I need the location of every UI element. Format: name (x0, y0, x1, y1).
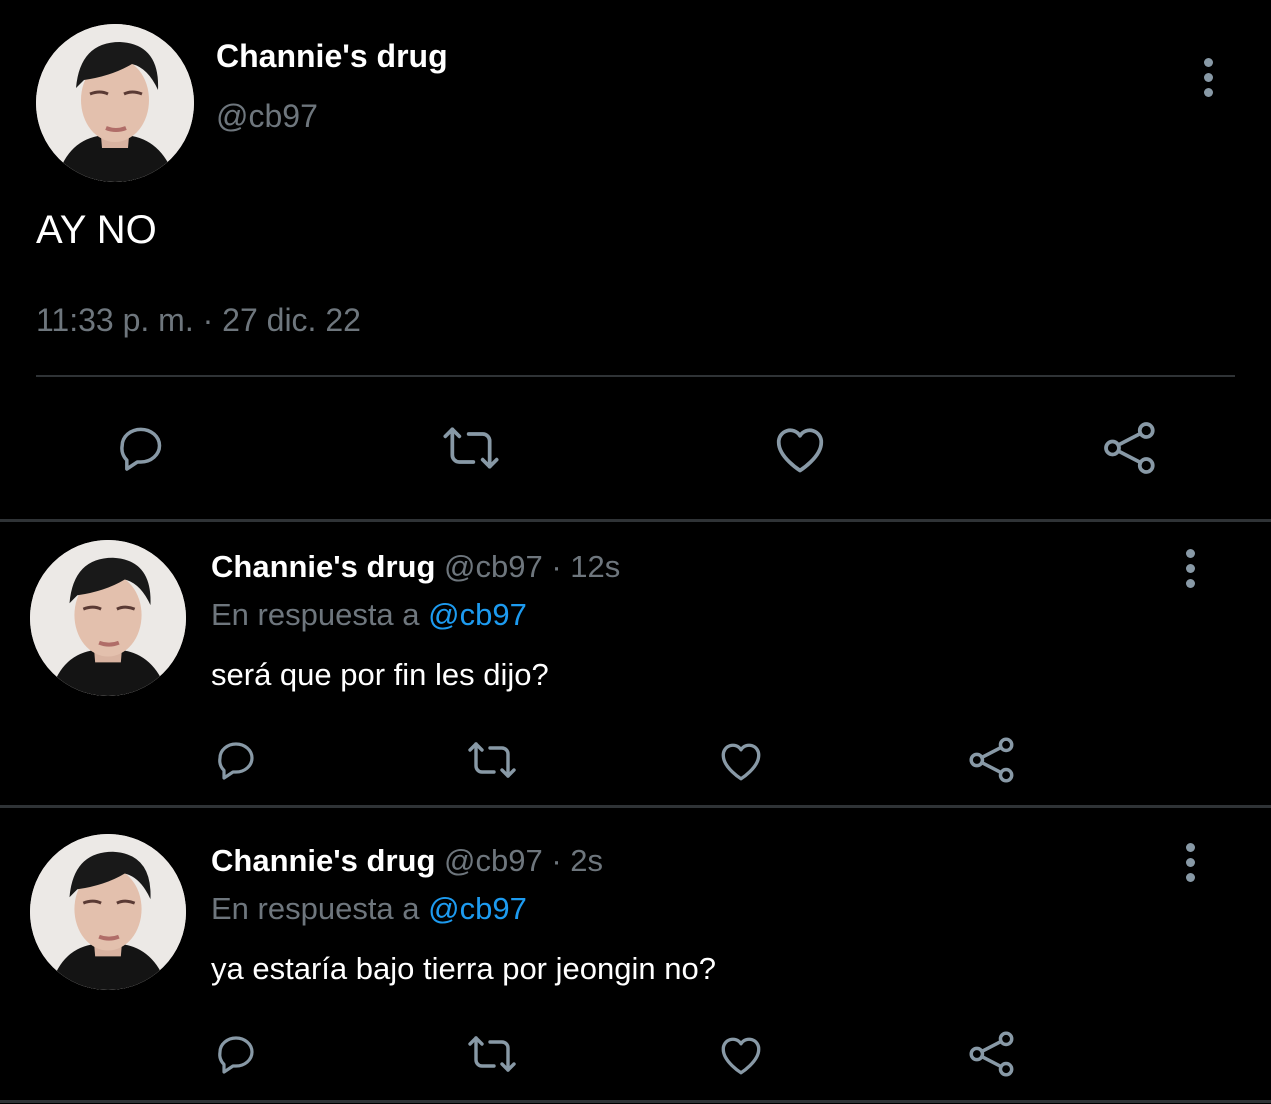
avatar[interactable] (30, 540, 186, 696)
share-icon[interactable] (1100, 418, 1160, 478)
more-vertical-icon[interactable] (1180, 549, 1200, 594)
author-handle[interactable]: @cb97 (444, 549, 543, 584)
comment-bubble-icon[interactable] (114, 420, 170, 476)
share-icon[interactable] (966, 1028, 1018, 1080)
retweet-icon[interactable] (438, 420, 504, 476)
more-vertical-icon[interactable] (1180, 843, 1200, 888)
meta-separator: · (551, 549, 562, 584)
author-handle[interactable]: @cb97 (444, 843, 543, 878)
comment-bubble-icon[interactable] (213, 736, 261, 784)
reply-header: Channie's drug @cb97 · 2s (211, 843, 603, 879)
tweet-text: AY NO (36, 208, 157, 252)
author-name[interactable]: Channie's drug (211, 843, 435, 878)
divider (0, 519, 1271, 522)
author-name[interactable]: Channie's drug (216, 38, 448, 75)
tweet-timestamp[interactable]: 11:33 p. m. · 27 dic. 22 (36, 302, 361, 339)
comment-bubble-icon[interactable] (213, 1030, 261, 1078)
reply-to-link[interactable]: @cb97 (428, 891, 527, 926)
reply-header: Channie's drug @cb97 · 12s (211, 549, 620, 585)
tweet-text: será que por fin les dijo? (211, 657, 549, 692)
avatar[interactable] (30, 834, 186, 990)
reply-context: En respuesta a @cb97 (211, 891, 527, 927)
avatar-photo (36, 24, 194, 182)
reply-context: En respuesta a @cb97 (211, 597, 527, 633)
avatar-photo (30, 834, 186, 990)
author-name[interactable]: Channie's drug (211, 549, 435, 584)
avatar-photo (30, 540, 186, 696)
heart-icon[interactable] (716, 1030, 766, 1078)
tweet-age[interactable]: 2s (570, 843, 603, 878)
divider (0, 805, 1271, 808)
tweet-text: ya estaría bajo tierra por jeongin no? (211, 951, 716, 986)
retweet-icon[interactable] (464, 1030, 520, 1078)
divider (0, 1100, 1271, 1103)
reply-to-link[interactable]: @cb97 (428, 597, 527, 632)
meta-separator: · (551, 843, 562, 878)
heart-icon[interactable] (770, 420, 830, 476)
retweet-icon[interactable] (464, 736, 520, 784)
reply-prefix: En respuesta a (211, 597, 420, 632)
divider (36, 375, 1235, 377)
tweet-age[interactable]: 12s (570, 549, 620, 584)
heart-icon[interactable] (716, 736, 766, 784)
more-vertical-icon[interactable] (1198, 58, 1218, 103)
avatar[interactable] (36, 24, 194, 182)
share-icon[interactable] (966, 734, 1018, 786)
author-handle[interactable]: @cb97 (216, 98, 318, 135)
reply-prefix: En respuesta a (211, 891, 420, 926)
